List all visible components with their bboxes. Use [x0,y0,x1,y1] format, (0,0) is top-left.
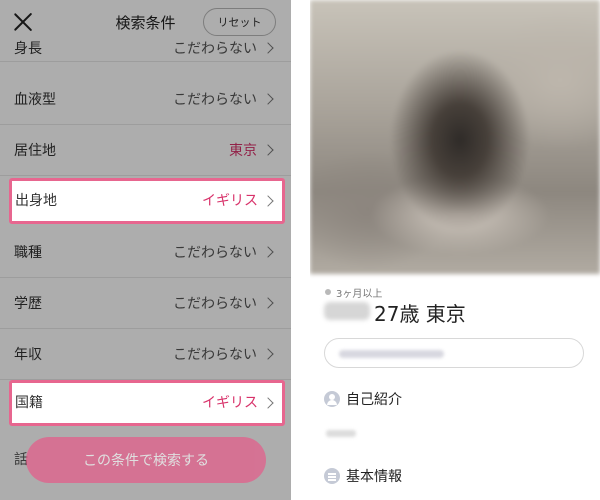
login-status-dot [325,289,331,295]
chevron-right-icon [262,195,274,207]
condition-row-residence[interactable]: 居住地 東京 [0,126,291,176]
tweet-box[interactable] [324,338,584,368]
blurred-tweet-text [339,350,444,358]
condition-label: 出身地 [15,193,57,209]
chevron-right-icon [262,297,274,309]
blurred-name [324,302,370,320]
condition-label: 職種 [14,245,42,261]
condition-row-education[interactable]: 学歴 こだわらない [0,279,291,329]
condition-label: 血液型 [14,92,56,108]
section-title-intro: 自己紹介 [346,392,402,408]
blurred-intro-text [326,430,356,437]
condition-label: 学歴 [14,296,42,312]
person-icon [324,391,340,407]
condition-value: イギリス [202,395,258,411]
condition-label: 年収 [14,347,42,363]
condition-row-birthplace[interactable]: 出身地 イギリス [9,178,285,224]
condition-label: 居住地 [14,143,56,159]
chevron-right-icon [262,348,274,360]
condition-value: 東京 [229,143,257,159]
list-icon [324,468,340,484]
age-location: 27歳 東京 [374,302,466,326]
condition-row-nationality[interactable]: 国籍 イギリス [9,380,285,426]
chevron-right-icon [262,93,274,105]
condition-value: こだわらない [173,92,257,108]
condition-value: こだわらない [173,245,257,261]
search-button[interactable]: この条件で検索する [26,437,266,483]
chevron-right-icon [262,144,274,156]
condition-row-blood-type[interactable]: 血液型 こだわらない [0,75,291,125]
condition-value: こだわらない [173,41,257,57]
search-conditions-panel: 検索条件 リセット 身長 こだわらない 血液型 こだわらない 居住地 東京 出身… [0,0,291,500]
chevron-right-icon [262,246,274,258]
profile-photo[interactable] [310,0,600,274]
condition-label: 国籍 [15,395,43,411]
profile-panel: 3ヶ月以上 27歳 東京 自己紹介 基本情報 [310,0,600,500]
condition-row-income[interactable]: 年収 こだわらない [0,330,291,380]
condition-value: こだわらない [173,347,257,363]
condition-row-height[interactable]: 身長 こだわらない [0,38,291,62]
section-title-basic-info: 基本情報 [346,469,402,485]
panel-divider [291,0,310,500]
condition-value: イギリス [202,193,258,209]
condition-label: 身長 [14,41,42,57]
chevron-right-icon [262,397,274,409]
reset-button[interactable]: リセット [203,8,276,36]
chevron-right-icon [262,42,274,54]
condition-value: こだわらない [173,296,257,312]
condition-row-occupation[interactable]: 職種 こだわらない [0,228,291,278]
